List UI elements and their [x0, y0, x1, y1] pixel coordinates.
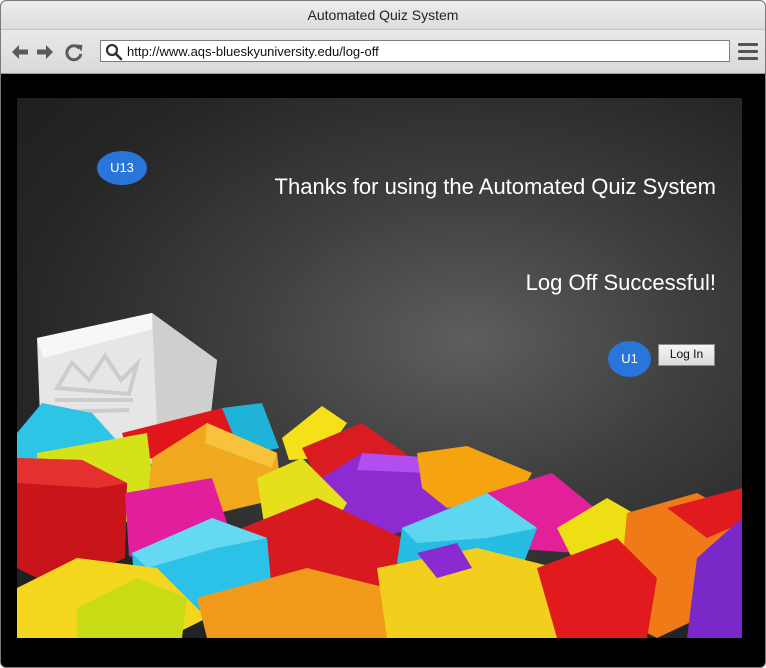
login-button[interactable]: Log In	[658, 344, 715, 366]
annotation-badge-u13: U13	[97, 151, 147, 185]
url-text[interactable]: http://www.aqs-blueskyuniversity.edu/log…	[127, 41, 379, 62]
address-bar[interactable]: http://www.aqs-blueskyuniversity.edu/log…	[100, 40, 730, 62]
thanks-heading: Thanks for using the Automated Quiz Syst…	[274, 174, 716, 199]
search-icon	[105, 43, 123, 61]
window-title: Automated Quiz System	[1, 1, 765, 30]
browser-window: Automated Quiz System http://www.aqs-blu…	[0, 0, 766, 668]
reload-icon[interactable]	[64, 42, 84, 62]
arrow-left-icon[interactable]	[10, 42, 30, 62]
logoff-status-message: Log Off Successful!	[525, 270, 716, 295]
arrow-right-icon[interactable]	[35, 42, 55, 62]
hamburger-menu-icon[interactable]	[738, 43, 758, 61]
browser-toolbar: http://www.aqs-blueskyuniversity.edu/log…	[1, 30, 765, 74]
annotation-badge-u1: U1	[608, 341, 651, 377]
page-content: U13 Thanks for using the Automated Quiz …	[17, 98, 742, 638]
